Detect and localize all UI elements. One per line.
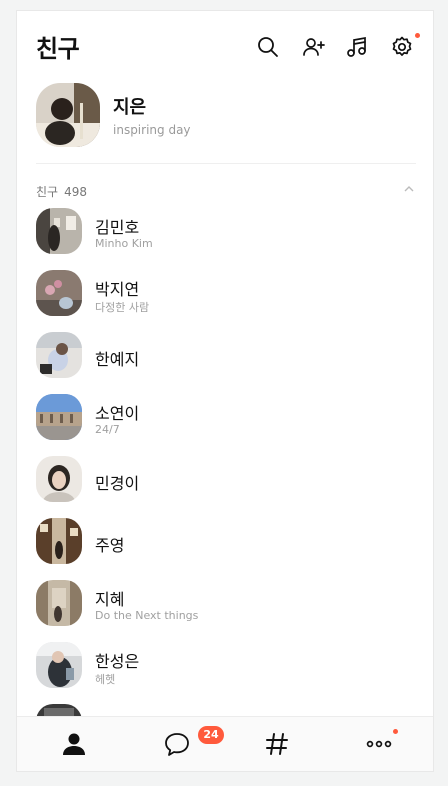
friend-row[interactable]: 한예지	[36, 331, 416, 393]
friend-avatar[interactable]	[36, 580, 82, 626]
friend-avatar[interactable]	[36, 208, 82, 254]
friend-row[interactable]: 박지연 다정한 사람	[36, 269, 416, 331]
friend-name: 박지연	[95, 280, 140, 299]
friend-status: 다정한 사람	[95, 301, 150, 314]
profile-name: 지은	[113, 97, 147, 118]
friend-name: 지혜	[95, 590, 125, 609]
friend-avatar[interactable]	[36, 270, 82, 316]
friends-section-header[interactable]: 친구 498	[36, 181, 416, 201]
chevron-up-icon[interactable]	[402, 181, 416, 195]
music-icon[interactable]	[345, 35, 369, 59]
bottom-tab-bar: 24	[17, 716, 433, 771]
my-profile[interactable]: 지은 inspiring day	[36, 83, 416, 155]
divider	[36, 163, 416, 164]
profile-status: inspiring day	[113, 123, 191, 137]
settings-icon[interactable]	[390, 35, 414, 59]
friend-row[interactable]: 주영	[36, 517, 416, 579]
chat-unread-badge: 24	[198, 726, 224, 744]
add-friend-icon[interactable]	[302, 35, 326, 59]
more-tab-icon[interactable]	[365, 729, 395, 759]
friend-avatar[interactable]	[36, 332, 82, 378]
friend-status: 헤헷	[95, 673, 116, 686]
section-label: 친구	[36, 185, 59, 199]
search-icon[interactable]	[256, 35, 280, 59]
friend-avatar[interactable]	[36, 456, 82, 502]
friend-list: 김민호 Minho Kim 박지연 다정한 사람 한예지 소연이 24/7 민경…	[36, 207, 416, 765]
profile-avatar[interactable]	[36, 83, 100, 147]
header: 친구	[17, 11, 433, 81]
friend-row[interactable]: 한성은 헤헷	[36, 641, 416, 703]
friend-count: 498	[64, 185, 87, 199]
friend-row[interactable]: 소연이 24/7	[36, 393, 416, 455]
friend-avatar[interactable]	[36, 518, 82, 564]
friend-name: 한예지	[95, 350, 140, 369]
friend-name: 한성은	[95, 652, 140, 671]
friends-tab-icon[interactable]	[59, 729, 89, 759]
friend-row[interactable]: 지혜 Do the Next things	[36, 579, 416, 641]
friend-status: Minho Kim	[95, 237, 153, 250]
friend-name: 주영	[95, 536, 125, 555]
friend-avatar[interactable]	[36, 642, 82, 688]
friend-row[interactable]: 민경이	[36, 455, 416, 517]
friend-status: Do the Next things	[95, 609, 199, 622]
app-frame: 친구 지은 inspiring day 친구 498 김민호 Minho Kim…	[16, 10, 434, 772]
hashtag-tab-icon[interactable]	[262, 729, 292, 759]
page-title: 친구	[36, 35, 80, 63]
friend-name: 김민호	[95, 218, 140, 237]
friend-avatar[interactable]	[36, 394, 82, 440]
friend-status: 24/7	[95, 423, 120, 436]
friend-name: 소연이	[95, 404, 140, 423]
friend-name: 민경이	[95, 474, 140, 493]
chat-tab-icon[interactable]	[162, 729, 192, 759]
settings-new-dot	[415, 33, 420, 38]
more-new-dot	[393, 729, 398, 734]
friend-row[interactable]: 김민호 Minho Kim	[36, 207, 416, 269]
